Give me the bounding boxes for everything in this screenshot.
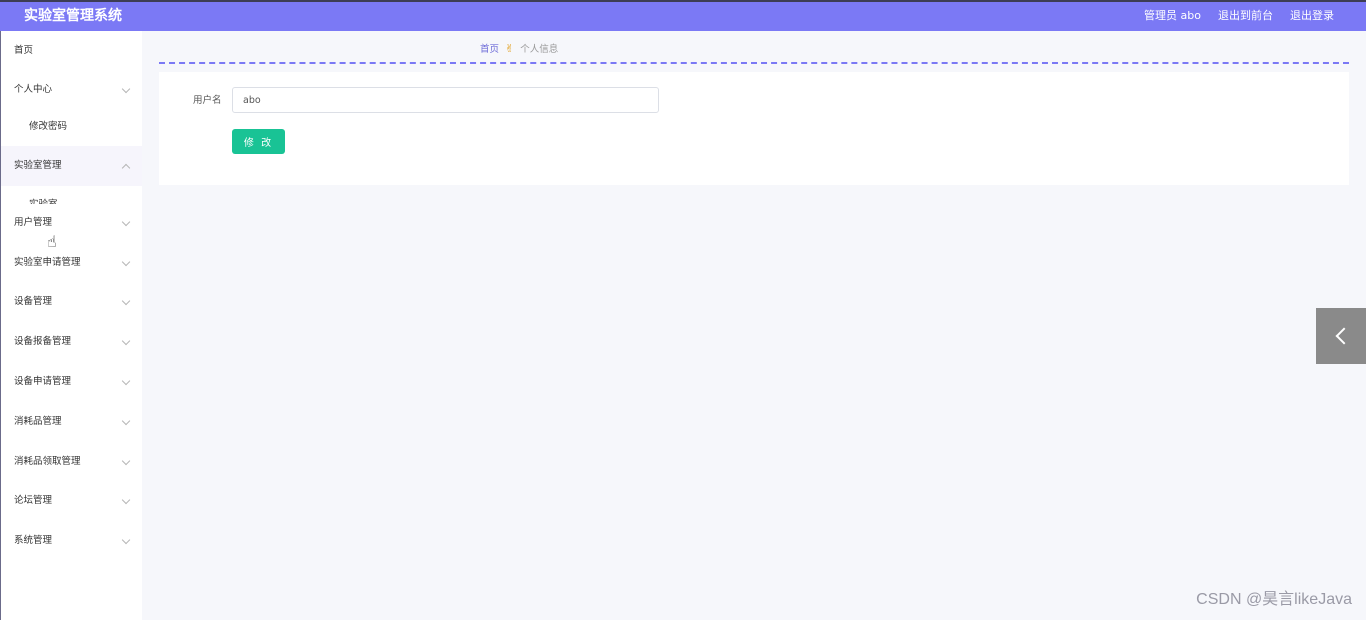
sidebar-item-personal-center[interactable]: 个人中心 [1, 70, 142, 110]
side-panel-toggle-button[interactable] [1316, 308, 1366, 364]
username-label: 用户名 [193, 95, 222, 106]
chevron-down-icon [121, 376, 131, 386]
breadcrumb-home-link[interactable]: 首页 [480, 44, 499, 55]
sidebar-item-home[interactable]: 首页 [1, 31, 142, 71]
chevron-down-icon [121, 535, 131, 545]
logout-link[interactable]: 退出登录 [1290, 7, 1334, 25]
sidebar-menu: 首页 个人中心 修改密码 实验室管理 实验室 用户管理 实验室申请管理 设备管理… [0, 31, 142, 620]
sidebar-item-label: 个人中心 [14, 84, 53, 95]
sidebar-item-label: 实验室管理 [14, 160, 62, 171]
sidebar-item-user-management[interactable]: 用户管理 [1, 203, 142, 243]
sidebar-item-consumables-claim-management[interactable]: 消耗品领取管理 [1, 442, 142, 482]
app-title: 实验室管理系统 [24, 8, 122, 24]
hand-pointer-icon: ☝ [47, 232, 57, 251]
lab-submenu: 实验室 [1, 186, 142, 204]
sidebar-item-label: 设备申请管理 [14, 376, 72, 387]
breadcrumb: 首页 ✌ 个人信息 [480, 42, 558, 57]
sidebar-item-consumables-management[interactable]: 消耗品管理 [1, 402, 142, 442]
modify-button[interactable]: 修 改 [232, 129, 285, 154]
sidebar-item-label: 设备管理 [14, 296, 53, 307]
breadcrumb-current: 个人信息 [520, 44, 559, 55]
chevron-down-icon [121, 336, 131, 346]
sidebar-subitem-label: 修改密码 [29, 121, 68, 132]
chevron-down-icon [121, 456, 131, 466]
watermark: CSDN @昊言likeJava [1196, 591, 1352, 608]
sidebar-item-equipment-application-management[interactable]: 设备申请管理 [1, 362, 142, 402]
sidebar-item-label: 消耗品领取管理 [14, 456, 81, 467]
sidebar-item-label: 消耗品管理 [14, 416, 62, 427]
chevron-down-icon [121, 495, 131, 505]
current-user-label: 管理员 abo [1144, 9, 1201, 22]
exit-to-front-link[interactable]: 退出到前台 [1218, 7, 1273, 25]
chevron-up-icon [121, 163, 131, 173]
chevron-down-icon [121, 84, 131, 94]
victory-hand-icon: ✌ [505, 42, 515, 55]
chevron-down-icon [121, 257, 131, 267]
sidebar-item-equipment-repair-management[interactable]: 设备报备管理 [1, 322, 142, 362]
breadcrumb-divider [159, 62, 1349, 64]
sidebar-item-lab-application-management[interactable]: 实验室申请管理 [1, 243, 142, 283]
chevron-down-icon [121, 296, 131, 306]
sidebar-item-lab-management[interactable]: 实验室管理 [1, 146, 142, 186]
header-actions: 管理员 abo 退出到前台 退出登录 [1144, 7, 1334, 25]
sidebar-item-equipment-management[interactable]: 设备管理 [1, 282, 142, 322]
sidebar-subitem-lab[interactable]: 实验室 [1, 186, 142, 204]
top-header: 实验室管理系统 管理员 abo 退出到前台 退出登录 [0, 0, 1366, 31]
sidebar-item-label: 系统管理 [14, 535, 53, 546]
sidebar-item-label: 论坛管理 [14, 495, 53, 506]
chevron-left-icon [1335, 327, 1353, 345]
username-input[interactable] [232, 87, 659, 113]
sidebar-item-system-management[interactable]: 系统管理 [1, 521, 142, 561]
sidebar-subitem-label: 实验室 [29, 186, 58, 204]
chevron-down-icon [121, 416, 131, 426]
sidebar-item-forum-management[interactable]: 论坛管理 [1, 481, 142, 521]
sidebar-item-label: 设备报备管理 [14, 336, 72, 347]
chevron-down-icon [121, 217, 131, 227]
sidebar-subitem-change-password[interactable]: 修改密码 [1, 108, 142, 146]
sidebar-item-label: 首页 [14, 45, 34, 56]
